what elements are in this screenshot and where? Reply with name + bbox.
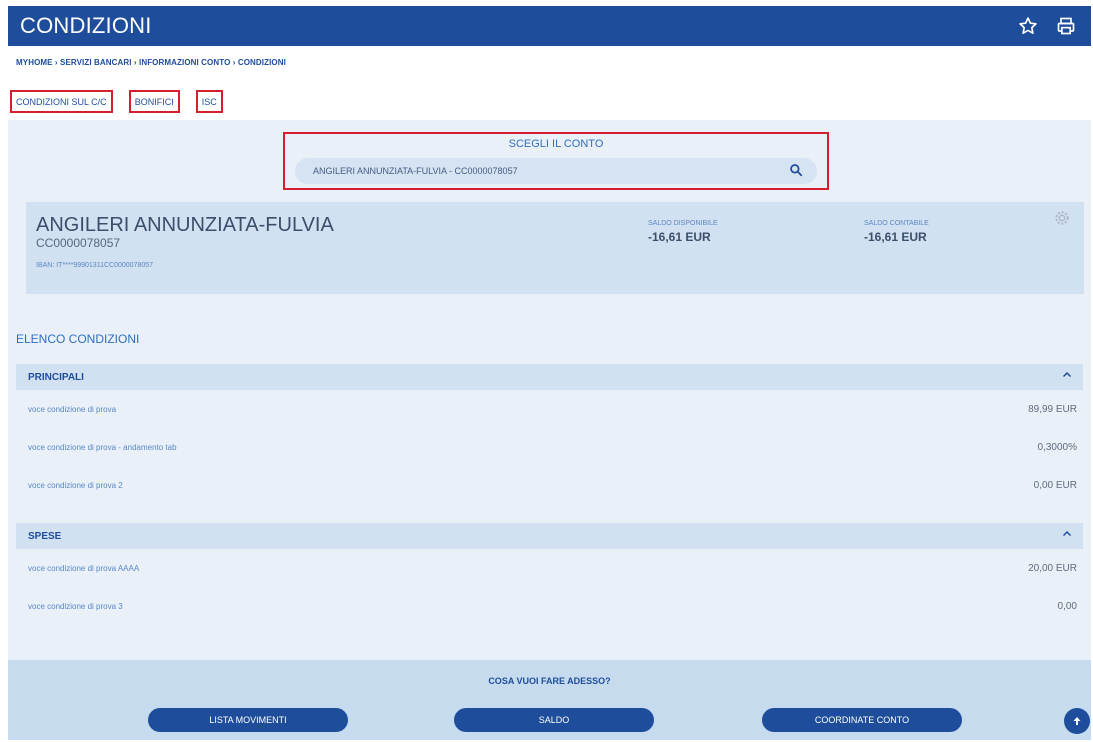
top-bar: CONDIZIONI: [8, 6, 1091, 46]
chevron-up-icon[interactable]: [1061, 369, 1073, 384]
book-balance-value: -16,61 EUR: [864, 230, 927, 244]
condition-row: voce condizione di prova - andamento tab…: [16, 428, 1083, 466]
tab-isc[interactable]: ISC: [195, 90, 223, 113]
main-panel: SCEGLI IL CONTO ANGILERI ANNUNZIATA-FULV…: [8, 120, 1091, 740]
account-holder-name: ANGILERI ANNUNZIATA-FULVIA: [36, 214, 334, 236]
condition-row: voce condizione di prova 3 0,00: [16, 587, 1083, 625]
account-select-field[interactable]: ANGILERI ANNUNZIATA-FULVIA - CC000007805…: [295, 158, 817, 184]
book-balance-label: SALDO CONTABILE: [864, 220, 929, 227]
condition-value: 0,00 EUR: [1033, 479, 1077, 491]
condition-value: 0,00: [1057, 600, 1077, 612]
tab-bar: CONDIZIONI SUL C/C BONIFICI ISC: [10, 90, 223, 113]
star-icon[interactable]: [1017, 15, 1039, 37]
available-balance-value: -16,61 EUR: [648, 230, 711, 244]
gear-icon[interactable]: [1054, 210, 1070, 226]
condition-label: voce condizione di prova - andamento tab: [28, 442, 177, 452]
account-select-value: ANGILERI ANNUNZIATA-FULVIA - CC000007805…: [313, 166, 518, 176]
condition-value: 89,99 EUR: [1028, 403, 1077, 415]
condition-value: 0,3000%: [1037, 441, 1077, 453]
header-actions: [1017, 15, 1091, 37]
print-icon[interactable]: [1055, 15, 1077, 37]
condition-label: voce condizione di prova 3: [28, 601, 123, 611]
group-title: SPESE: [28, 530, 62, 542]
scroll-top-icon[interactable]: [1064, 708, 1090, 734]
saldo-button[interactable]: SALDO: [454, 708, 654, 732]
group-spese: SPESE voce condizione di prova AAAA 20,0…: [16, 523, 1083, 625]
account-number: CC0000078057: [36, 236, 121, 250]
condition-label: voce condizione di prova: [28, 404, 117, 414]
account-selector-label: SCEGLI IL CONTO: [508, 138, 604, 150]
tab-condizioni-cc[interactable]: CONDIZIONI SUL C/C: [10, 90, 113, 113]
next-action-question: COSA VUOI FARE ADESSO?: [488, 676, 611, 686]
available-balance: SALDO DISPONIBILE -16,61 EUR: [648, 220, 718, 244]
tab-bonifici[interactable]: BONIFICI: [128, 90, 180, 113]
group-principali: PRINCIPALI voce condizione di prova 89,9…: [16, 364, 1083, 504]
account-selector: SCEGLI IL CONTO ANGILERI ANNUNZIATA-FULV…: [283, 132, 829, 190]
coordinate-conto-button[interactable]: COORDINATE CONTO: [762, 708, 962, 732]
group-title: PRINCIPALI: [28, 371, 84, 383]
footer-actions: COSA VUOI FARE ADESSO? LISTA MOVIMENTI S…: [8, 660, 1091, 740]
group-header-spese[interactable]: SPESE: [16, 523, 1083, 549]
book-balance: SALDO CONTABILE -16,61 EUR: [864, 220, 929, 244]
iban: IBAN: IT****99901311CC0000078057: [36, 262, 154, 269]
search-icon[interactable]: [789, 163, 803, 180]
condition-label: voce condizione di prova AAAA: [28, 563, 140, 573]
condition-row: voce condizione di prova AAAA 20,00 EUR: [16, 549, 1083, 587]
condition-row: voce condizione di prova 89,99 EUR: [16, 390, 1083, 428]
condition-row: voce condizione di prova 2 0,00 EUR: [16, 466, 1083, 504]
breadcrumb[interactable]: MYHOME › SERVIZI BANCARI › INFORMAZIONI …: [16, 58, 286, 67]
chevron-up-icon[interactable]: [1061, 528, 1073, 543]
account-card: ANGILERI ANNUNZIATA-FULVIA CC0000078057 …: [26, 202, 1084, 294]
condition-label: voce condizione di prova 2: [28, 480, 123, 490]
lista-movimenti-button[interactable]: LISTA MOVIMENTI: [148, 708, 348, 732]
condition-value: 20,00 EUR: [1028, 562, 1077, 574]
group-header-principali[interactable]: PRINCIPALI: [16, 364, 1083, 390]
page-title: CONDIZIONI: [20, 13, 152, 38]
conditions-title: ELENCO CONDIZIONI: [16, 332, 140, 346]
available-balance-label: SALDO DISPONIBILE: [648, 220, 718, 227]
